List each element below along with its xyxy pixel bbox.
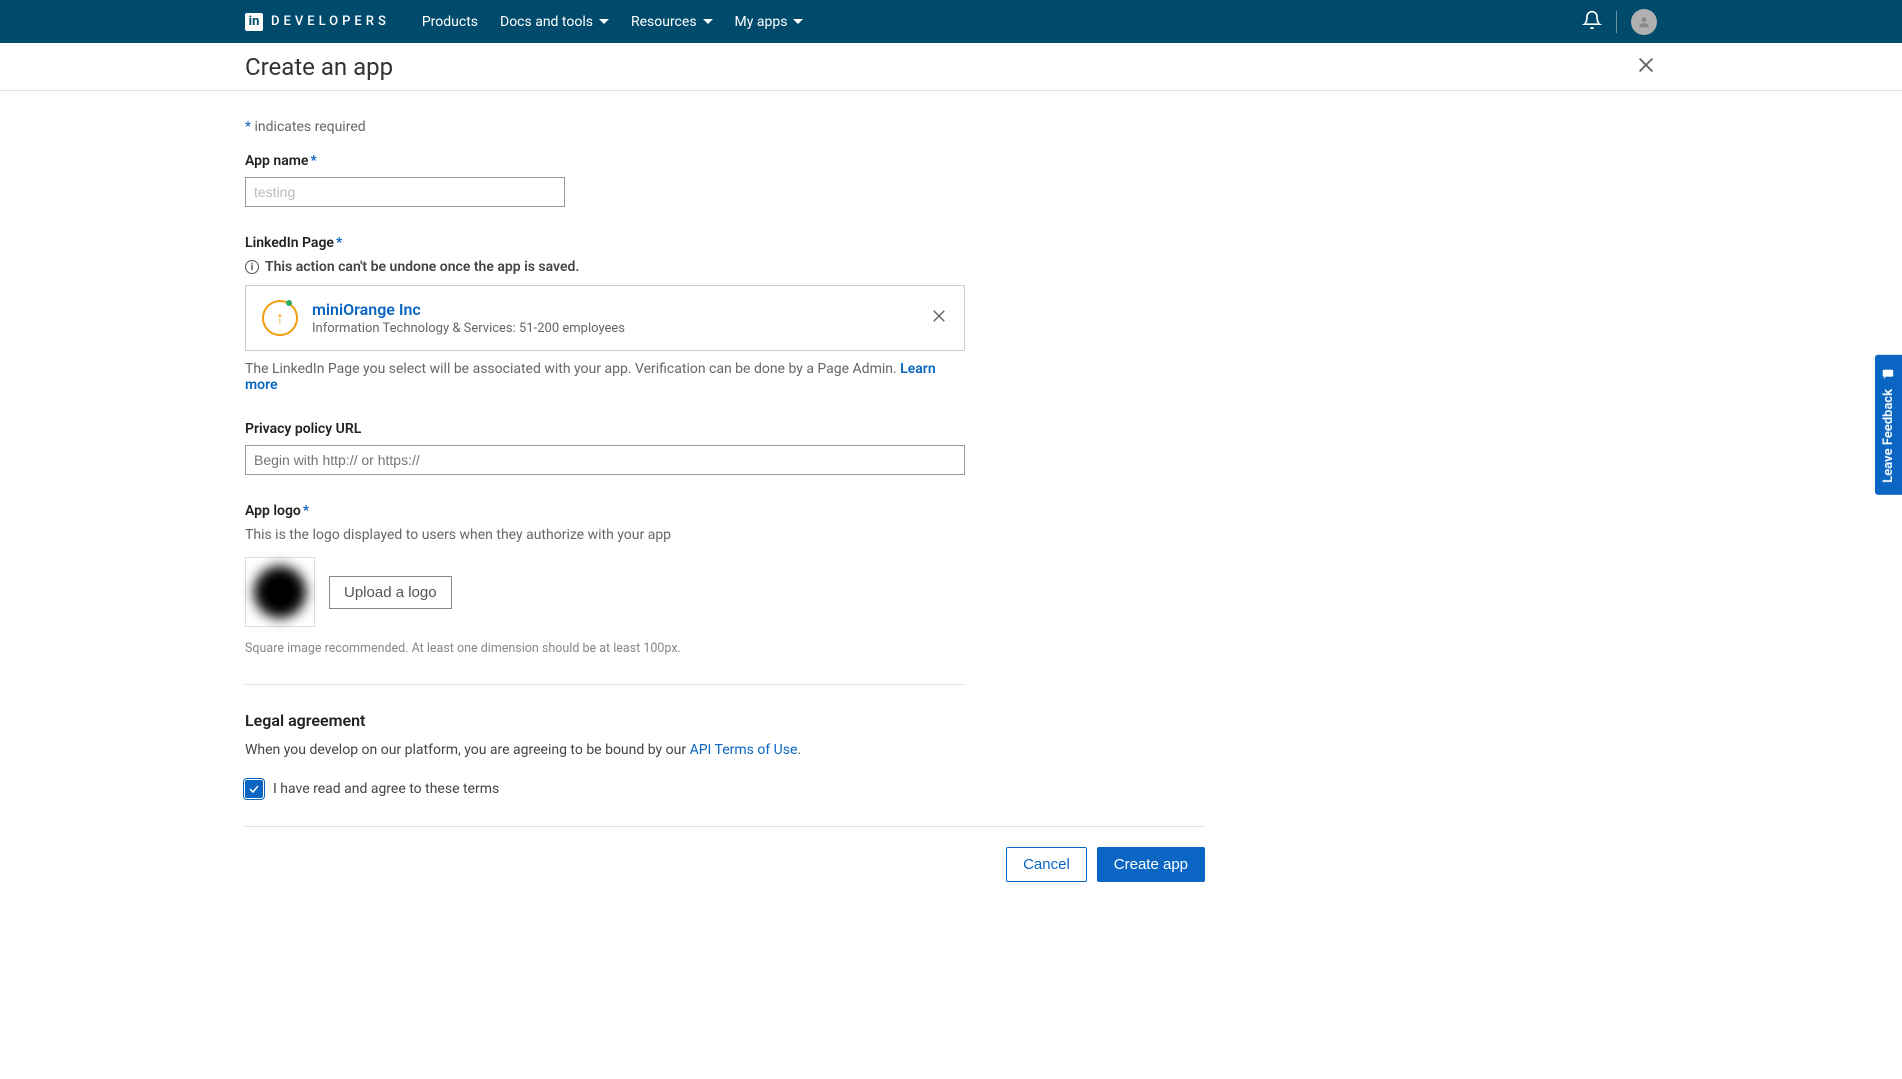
privacy-url-label: Privacy policy URL bbox=[245, 421, 965, 437]
app-logo-desc: This is the logo displayed to users when… bbox=[245, 527, 965, 543]
top-nav: in DEVELOPERS Products Docs and tools Re… bbox=[0, 0, 1902, 43]
company-name[interactable]: miniOrange Inc bbox=[312, 300, 916, 319]
divider bbox=[245, 684, 965, 685]
app-name-input[interactable] bbox=[245, 177, 565, 207]
api-terms-link[interactable]: API Terms of Use bbox=[690, 742, 798, 758]
feedback-tab[interactable]: Leave Feedback bbox=[1875, 355, 1902, 495]
chevron-down-icon bbox=[703, 19, 713, 24]
agree-checkbox-row: I have read and agree to these terms bbox=[245, 780, 965, 798]
required-note-text: indicates required bbox=[255, 119, 366, 135]
cancel-button[interactable]: Cancel bbox=[1006, 847, 1087, 882]
required-note: * indicates required bbox=[245, 119, 965, 135]
nav-docs[interactable]: Docs and tools bbox=[500, 14, 609, 30]
divider bbox=[1616, 11, 1617, 33]
field-privacy-url: Privacy policy URL bbox=[245, 421, 965, 475]
nav-links: Products Docs and tools Resources My app… bbox=[422, 14, 804, 30]
company-logo: ↑ bbox=[262, 300, 298, 336]
nav-docs-label: Docs and tools bbox=[500, 14, 593, 30]
remove-page-icon[interactable] bbox=[930, 307, 948, 329]
chevron-down-icon bbox=[793, 19, 803, 24]
feedback-label: Leave Feedback bbox=[1881, 389, 1896, 483]
nav-myapps[interactable]: My apps bbox=[735, 14, 804, 30]
create-app-button[interactable]: Create app bbox=[1097, 847, 1205, 882]
linkedin-page-warning: i This action can't be undone once the a… bbox=[245, 259, 965, 275]
nav-products[interactable]: Products bbox=[422, 14, 478, 30]
agree-checkbox[interactable] bbox=[245, 780, 263, 798]
brand-logo[interactable]: in DEVELOPERS bbox=[245, 13, 390, 31]
header-right bbox=[1582, 9, 1657, 35]
form-footer: Cancel Create app bbox=[245, 826, 1205, 882]
chevron-down-icon bbox=[599, 19, 609, 24]
bell-icon[interactable] bbox=[1582, 10, 1602, 34]
nav-myapps-label: My apps bbox=[735, 14, 788, 30]
app-logo-label: App logo* bbox=[245, 503, 965, 519]
upload-logo-button[interactable]: Upload a logo bbox=[329, 576, 452, 609]
user-avatar[interactable] bbox=[1631, 9, 1657, 35]
selected-page-card: ↑ miniOrange Inc Information Technology … bbox=[245, 285, 965, 351]
close-icon[interactable] bbox=[1635, 54, 1657, 80]
nav-resources-label: Resources bbox=[631, 14, 697, 30]
brand-text: DEVELOPERS bbox=[271, 14, 390, 29]
field-app-name: App name* bbox=[245, 153, 965, 207]
agree-checkbox-label: I have read and agree to these terms bbox=[273, 781, 499, 797]
logo-hint: Square image recommended. At least one d… bbox=[245, 641, 965, 656]
linkedin-page-label: LinkedIn Page* bbox=[245, 235, 965, 251]
legal-section: Legal agreement When you develop on our … bbox=[245, 711, 965, 798]
field-linkedin-page: LinkedIn Page* i This action can't be un… bbox=[245, 235, 965, 393]
legal-title: Legal agreement bbox=[245, 711, 965, 730]
page-titlebar: Create an app bbox=[0, 43, 1902, 91]
linkedin-page-helper: The LinkedIn Page you select will be ass… bbox=[245, 361, 965, 393]
chat-icon bbox=[1882, 367, 1896, 381]
linkedin-page-warning-text: This action can't be undone once the app… bbox=[265, 259, 579, 275]
privacy-url-input[interactable] bbox=[245, 445, 965, 475]
info-icon: i bbox=[245, 260, 259, 274]
nav-resources[interactable]: Resources bbox=[631, 14, 713, 30]
company-meta: Information Technology & Services: 51-20… bbox=[312, 321, 916, 336]
page-title: Create an app bbox=[245, 53, 393, 81]
app-name-label: App name* bbox=[245, 153, 965, 169]
legal-text: When you develop on our platform, you ar… bbox=[245, 742, 965, 758]
logo-preview bbox=[245, 557, 315, 627]
field-app-logo: App logo* This is the logo displayed to … bbox=[245, 503, 965, 656]
form-content: * indicates required App name* LinkedIn … bbox=[0, 91, 1450, 922]
linkedin-icon: in bbox=[245, 13, 263, 31]
company-info: miniOrange Inc Information Technology & … bbox=[312, 300, 916, 336]
nav-products-label: Products bbox=[422, 14, 478, 30]
